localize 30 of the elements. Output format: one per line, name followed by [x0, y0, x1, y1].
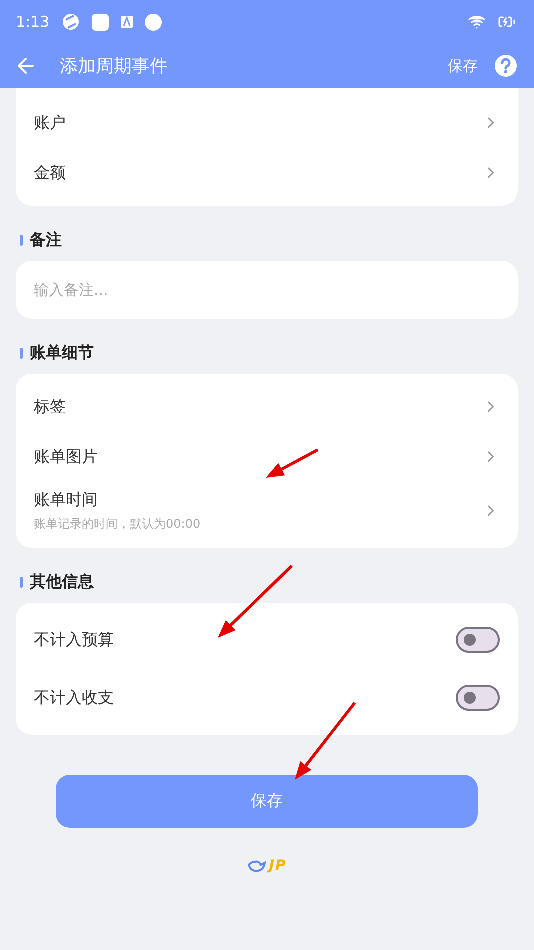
list-row[interactable]: 账户 [16, 98, 518, 148]
bird-logo-icon [247, 859, 268, 873]
list-row[interactable]: 账单时间 账单记录的时间，默认为00:00 [16, 482, 518, 540]
row-hint: 账单记录的时间，默认为00:00 [34, 516, 201, 532]
row-label: 不计入预算 [34, 630, 114, 650]
help-icon[interactable] [494, 54, 518, 78]
status-time: 1:13 [16, 13, 50, 31]
row-label: 不计入收支 [34, 688, 114, 708]
page-title: 添加周期事件 [60, 55, 169, 78]
note-input[interactable]: 输入备注... [16, 261, 518, 319]
toggle-switch[interactable] [456, 627, 500, 653]
list-row[interactable]: 账单图片 [16, 432, 518, 482]
section-title: 账单细节 [30, 343, 94, 364]
toggle-switch[interactable] [456, 685, 500, 711]
row-label: 账单图片 [34, 446, 98, 468]
row-label: 账单时间 [34, 490, 98, 510]
list-row[interactable]: 金额 [16, 148, 518, 198]
annotation-arrow [266, 448, 319, 478]
wifi-icon [468, 13, 486, 31]
app-icon [62, 13, 80, 31]
list-row[interactable]: 标签 [16, 382, 518, 432]
row-label: 金额 [34, 162, 66, 184]
section-title: 其他信息 [30, 572, 94, 593]
row-label: 账户 [34, 112, 66, 134]
circle-icon [144, 14, 162, 30]
section-title: 备注 [30, 230, 62, 251]
app-icon [92, 14, 109, 30]
row-label: 标签 [34, 396, 66, 418]
app-icon [120, 16, 133, 28]
logo-text: JP [269, 858, 287, 874]
